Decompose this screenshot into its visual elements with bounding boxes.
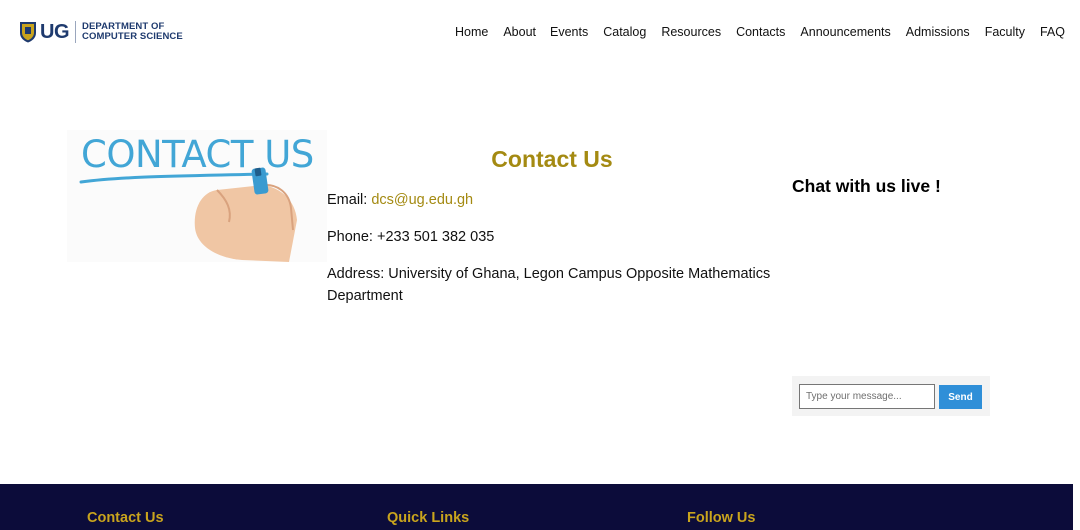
contact-email-row: Email: dcs@ug.edu.gh xyxy=(327,189,782,211)
footer-contact-heading: Contact Us xyxy=(87,510,164,526)
nav-events[interactable]: Events xyxy=(550,25,588,39)
nav-resources[interactable]: Resources xyxy=(661,25,721,39)
contact-title: Contact Us xyxy=(491,146,613,172)
email-label: Email: xyxy=(327,192,372,208)
contact-us-image: CONTACT US xyxy=(67,130,327,262)
logo-divider xyxy=(75,21,76,43)
nav-about[interactable]: About xyxy=(503,25,536,39)
nav-home[interactable]: Home xyxy=(455,25,488,39)
site-footer: Contact Us Quick Links Follow Us xyxy=(0,484,1073,530)
address-value: University of Ghana, Legon Campus Opposi… xyxy=(327,266,771,304)
university-crest-icon xyxy=(19,21,37,43)
footer-follow-heading: Follow Us xyxy=(687,510,756,526)
main-nav: Home About Events Catalog Resources Cont… xyxy=(455,25,1065,39)
nav-faq[interactable]: FAQ xyxy=(1040,25,1065,39)
contact-address-row: Address: University of Ghana, Legon Camp… xyxy=(327,263,782,307)
nav-contacts[interactable]: Contacts xyxy=(736,25,785,39)
chat-message-input[interactable] xyxy=(799,384,935,409)
hand-with-marker-icon xyxy=(79,167,297,262)
address-label: Address: xyxy=(327,266,389,282)
chat-title: Chat with us live ! xyxy=(792,176,941,196)
logo-department-text: DEPARTMENT OF COMPUTER SCIENCE xyxy=(82,22,183,42)
send-button[interactable]: Send xyxy=(939,385,982,409)
email-link[interactable]: dcs@ug.edu.gh xyxy=(371,192,473,208)
chat-input-area: Send xyxy=(792,376,990,416)
nav-admissions[interactable]: Admissions xyxy=(906,25,970,39)
phone-label: Phone: xyxy=(327,229,377,245)
site-header: UG DEPARTMENT OF COMPUTER SCIENCE Home A… xyxy=(0,0,1080,64)
footer-quick-links-heading: Quick Links xyxy=(387,510,470,526)
nav-catalog[interactable]: Catalog xyxy=(603,25,646,39)
contact-phone-row: Phone: +233 501 382 035 xyxy=(327,226,782,248)
nav-faculty[interactable]: Faculty xyxy=(985,25,1025,39)
phone-value: +233 501 382 035 xyxy=(377,229,495,245)
nav-announcements[interactable]: Announcements xyxy=(800,25,890,39)
site-logo[interactable]: UG DEPARTMENT OF COMPUTER SCIENCE xyxy=(19,19,183,45)
logo-line-2: COMPUTER SCIENCE xyxy=(82,31,183,42)
logo-ug-text: UG xyxy=(40,20,70,43)
